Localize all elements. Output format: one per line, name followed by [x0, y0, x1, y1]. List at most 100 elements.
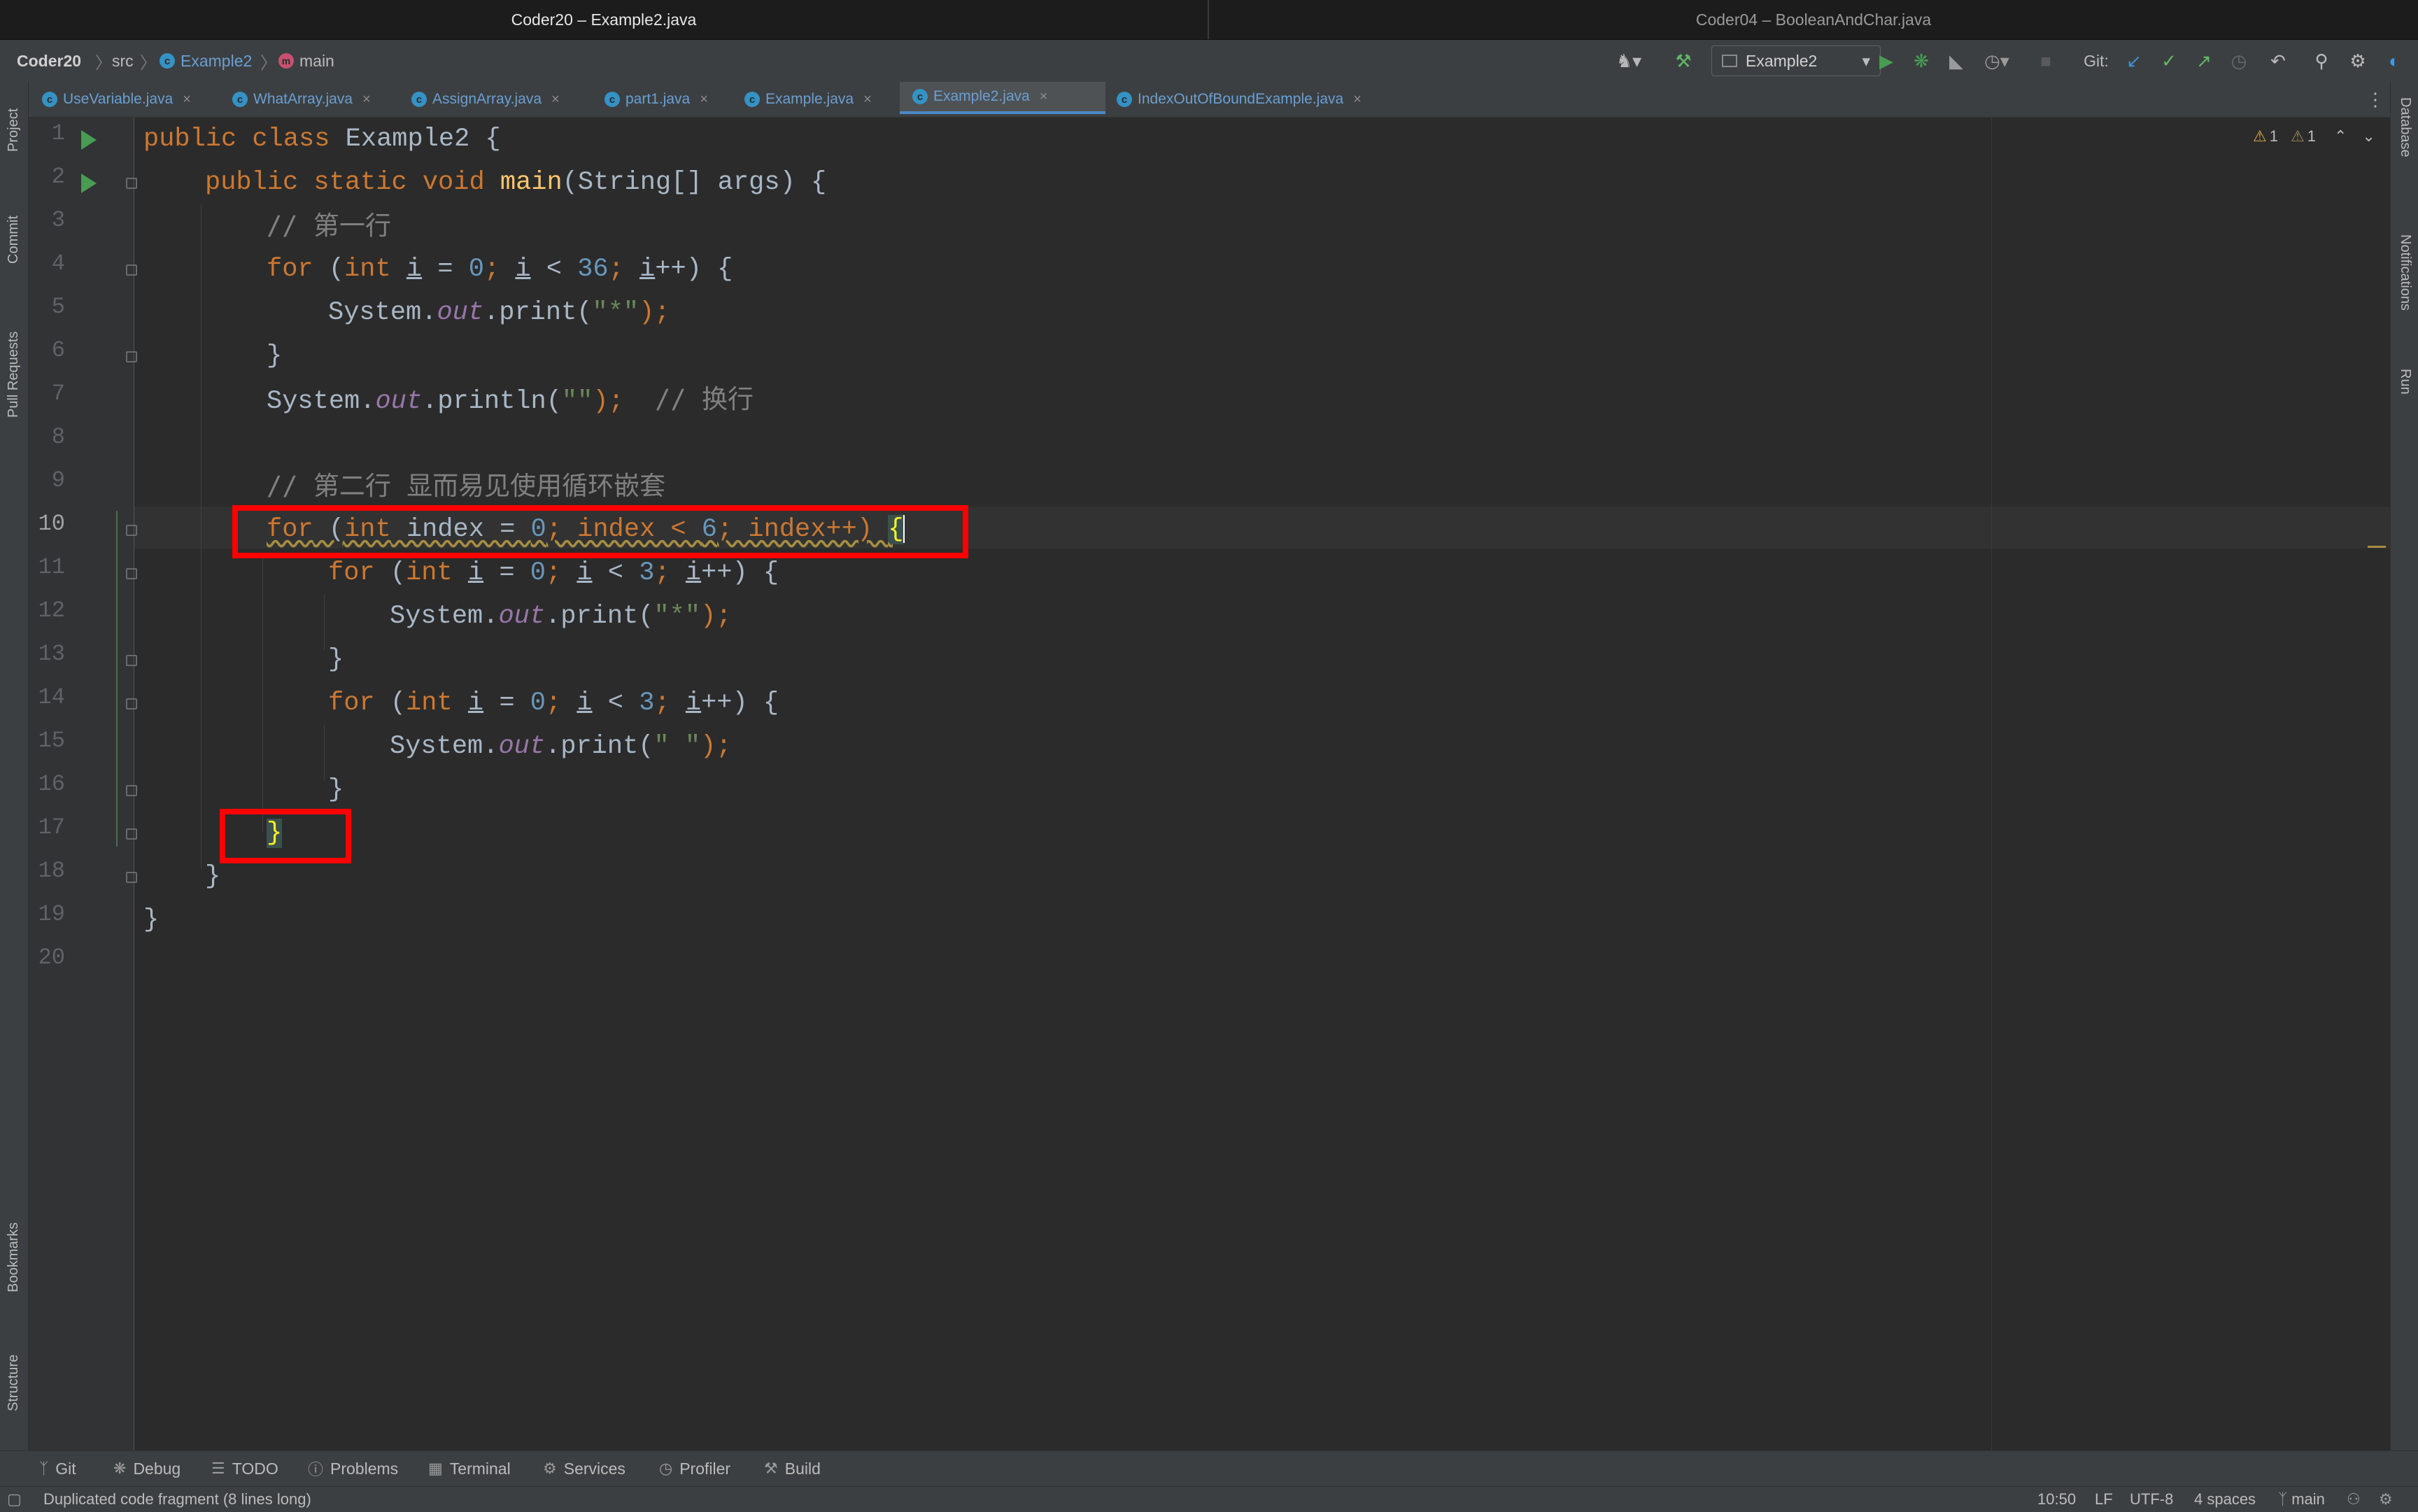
git-history-icon[interactable]: ◷: [2225, 45, 2253, 76]
breadcrumb-folder[interactable]: src: [112, 40, 134, 82]
tool-window-project[interactable]: Project: [6, 108, 22, 152]
vcs-user-icon[interactable]: ♞▾: [1609, 45, 1648, 76]
breadcrumb-class[interactable]: c Example2: [160, 40, 252, 82]
close-icon[interactable]: ×: [1040, 89, 1048, 105]
run-class-icon[interactable]: [81, 130, 97, 150]
git-commit-icon[interactable]: ✓: [2155, 45, 2183, 76]
close-icon[interactable]: ×: [551, 92, 560, 108]
fold-marker-icon[interactable]: [126, 264, 137, 276]
code-line-12[interactable]: System.out.print("*");: [390, 595, 732, 638]
tab-assignarray[interactable]: c AssignArray.java ×: [411, 82, 560, 117]
tab-example[interactable]: c Example.java ×: [744, 82, 872, 117]
lock-icon[interactable]: ⚇: [2347, 1487, 2361, 1512]
breadcrumb-method[interactable]: m main: [278, 40, 334, 82]
code-line-16[interactable]: }: [328, 768, 344, 812]
git-label: Git:: [2075, 45, 2117, 76]
run-icon[interactable]: ▶: [1872, 45, 1900, 76]
tab-example2[interactable]: c Example2.java ×: [900, 82, 1105, 114]
more-tabs-icon[interactable]: ⋮: [2366, 82, 2384, 117]
tool-window-pull-requests[interactable]: Pull Requests: [6, 332, 22, 418]
fold-marker-icon[interactable]: [126, 351, 137, 362]
code-token: 36: [577, 255, 609, 284]
search-icon[interactable]: ⚲: [2307, 45, 2335, 76]
line-number: 19: [38, 901, 65, 927]
git-branch-widget[interactable]: ᛉ main: [2278, 1487, 2325, 1512]
fold-marker-icon[interactable]: [126, 785, 137, 796]
debug-bug-icon[interactable]: ❋: [1907, 45, 1935, 76]
tool-window-notifications[interactable]: Notifications: [2397, 234, 2413, 311]
tool-window-structure[interactable]: Structure: [6, 1355, 22, 1411]
close-icon[interactable]: ×: [863, 92, 872, 108]
tool-window-commit[interactable]: Commit: [6, 216, 22, 264]
close-icon[interactable]: ×: [183, 92, 191, 108]
breadcrumb-project[interactable]: Coder20: [17, 40, 81, 82]
jetbrains-toolbox-icon[interactable]: ◐: [2380, 45, 2408, 76]
run-main-icon[interactable]: [81, 174, 97, 193]
indent-guide: [324, 725, 325, 781]
git-push-icon[interactable]: ↗: [2190, 45, 2218, 76]
tab-indexoutofboundexample[interactable]: c IndexOutOfBoundExample.java ×: [1117, 82, 1362, 117]
tool-window-database[interactable]: Database: [2397, 97, 2413, 157]
tab-whatarray[interactable]: c WhatArray.java ×: [232, 82, 371, 117]
code-line-19[interactable]: }: [143, 898, 159, 942]
rollback-icon[interactable]: ↶: [2264, 45, 2292, 76]
code-line-14[interactable]: for (int i = 0; i < 3; i++) {: [328, 681, 779, 725]
window-tab-coder04[interactable]: Coder04 – BooleanAndChar.java: [1209, 0, 2418, 39]
tab-usevariable[interactable]: c UseVariable.java ×: [42, 82, 191, 117]
code-line-15[interactable]: System.out.print(" ");: [390, 725, 732, 768]
tool-tab-todo[interactable]: ☰ TODO: [211, 1451, 278, 1486]
close-icon[interactable]: ×: [700, 92, 708, 108]
fold-marker-icon[interactable]: [126, 568, 137, 579]
fold-marker-icon[interactable]: [126, 178, 137, 189]
window-tab-coder20[interactable]: Coder20 – Example2.java: [0, 0, 1209, 39]
line-separator[interactable]: LF: [2095, 1487, 2113, 1512]
code-line-9[interactable]: // 第二行 显而易见使用循环嵌套: [267, 465, 665, 508]
inspection-widget[interactable]: ⚠ 1 ⚠ 1 ⌃ ⌄: [2253, 125, 2375, 148]
tool-tab-build[interactable]: ⚒ Build: [764, 1451, 821, 1486]
status-message[interactable]: Duplicated code fragment (8 lines long): [43, 1487, 311, 1512]
build-hammer-icon[interactable]: ⚒: [1669, 45, 1697, 76]
tool-tab-label: Build: [784, 1459, 821, 1478]
error-stripe-marker[interactable]: [2368, 546, 2386, 548]
git-update-icon[interactable]: ↙: [2120, 45, 2148, 76]
tool-tab-problems[interactable]: ⓘ Problems: [308, 1451, 398, 1486]
tool-tab-profiler[interactable]: ◷ Profiler: [659, 1451, 730, 1486]
fold-marker-icon[interactable]: [126, 828, 137, 840]
tool-window-bookmarks[interactable]: Bookmarks: [6, 1222, 22, 1292]
coverage-icon[interactable]: ◣: [1942, 45, 1970, 76]
caret-position[interactable]: 10:50: [2037, 1487, 2076, 1512]
close-icon[interactable]: ×: [1353, 92, 1362, 108]
tool-tab-git[interactable]: ᛉ Git: [39, 1451, 76, 1486]
layout-toggle-icon[interactable]: ▢: [7, 1487, 22, 1512]
tool-tab-services[interactable]: ⚙ Services: [543, 1451, 625, 1486]
code-line-2[interactable]: public static void main(String[] args) {: [205, 161, 826, 204]
code-line-6[interactable]: }: [267, 334, 282, 378]
gear-icon[interactable]: ⚙: [2344, 45, 2372, 76]
tool-window-run[interactable]: Run: [2397, 369, 2413, 395]
code-line-18[interactable]: }: [205, 855, 220, 898]
line-number: 14: [38, 684, 65, 710]
code-line-3[interactable]: // 第一行: [267, 204, 391, 248]
file-encoding[interactable]: UTF-8: [2130, 1487, 2173, 1512]
memory-indicator-icon[interactable]: ⚙: [2379, 1487, 2393, 1512]
fold-marker-icon[interactable]: [126, 525, 137, 536]
stop-icon[interactable]: ■: [2032, 45, 2060, 76]
fold-marker-icon[interactable]: [126, 698, 137, 709]
chevron-down-icon[interactable]: ⌄: [2362, 127, 2375, 146]
tab-part1[interactable]: c part1.java ×: [604, 82, 708, 117]
code-line-5[interactable]: System.out.print("*");: [328, 291, 670, 334]
code-line-1[interactable]: public class Example2 {: [143, 118, 501, 161]
indent-setting[interactable]: 4 spaces: [2194, 1487, 2256, 1512]
tool-tab-debug[interactable]: ❋ Debug: [113, 1451, 181, 1486]
profile-icon[interactable]: ◷▾: [1976, 45, 2018, 76]
close-icon[interactable]: ×: [362, 92, 371, 108]
code-line-7[interactable]: System.out.println(""); // 换行: [267, 378, 754, 421]
code-line-4[interactable]: for (int i = 0; i < 36; i++) {: [267, 248, 733, 291]
code-line-13[interactable]: }: [328, 638, 344, 681]
fold-marker-icon[interactable]: [126, 655, 137, 666]
run-configuration-select[interactable]: Example2 ▾: [1711, 45, 1881, 76]
fold-marker-icon[interactable]: [126, 872, 137, 883]
chevron-up-icon[interactable]: ⌃: [2334, 127, 2347, 146]
tool-tab-terminal[interactable]: ▦ Terminal: [428, 1451, 511, 1486]
